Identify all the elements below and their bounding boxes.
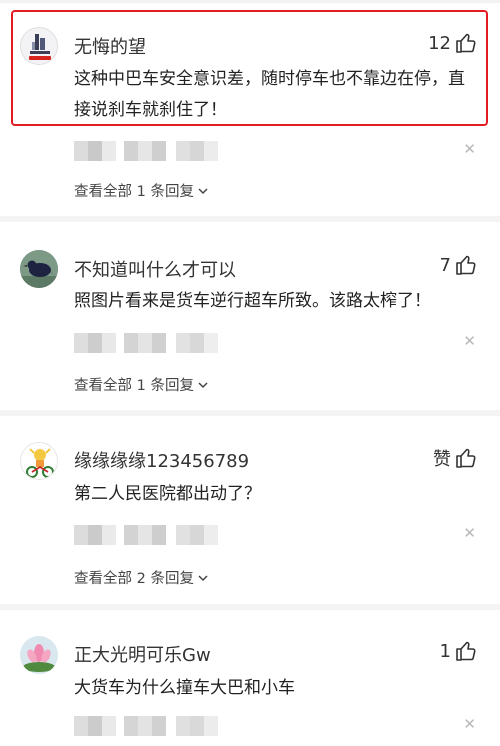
username[interactable]: 缘缘缘缘123456789 [74,447,249,473]
close-icon[interactable]: ✕ [463,715,476,733]
comment-text: 照图片看来是货车逆行超车所致。该路太榨了！ [74,291,431,311]
blurred-reply-preview [74,141,218,161]
thumbs-up-icon [456,255,476,275]
username[interactable]: 不知道叫什么才可以 [74,256,236,282]
user-avatar[interactable] [20,250,58,288]
user-avatar[interactable] [20,442,58,480]
close-icon[interactable]: ✕ [463,140,476,158]
blurred-reply-preview [74,525,218,545]
like-button[interactable]: 赞 [433,445,478,471]
comment-text: 大货车为什么撞车大巴和小车 [74,678,295,698]
like-button[interactable]: 1 [440,639,478,663]
thumbs-up-icon [456,448,476,468]
view-replies-label: 查看全部 1 条回复 [74,378,194,394]
thumbs-up-icon [456,641,476,661]
comment-item-3: 缘缘缘缘123456789 赞 第二人民医院都出动了？ ✕ 查看全部 2 条回复 [0,416,500,612]
view-replies-link[interactable]: 查看全部 1 条回复 [74,180,209,201]
like-button[interactable]: 7 [440,253,478,277]
like-count: 7 [439,254,451,276]
close-icon[interactable]: ✕ [463,332,476,350]
bird-avatar-icon [20,250,58,288]
highlight-box [11,10,488,126]
chevron-down-icon [198,381,208,388]
chevron-down-icon [198,187,208,194]
comment-text: 第二人民医院都出动了？ [74,484,261,504]
comment-item-2: 不知道叫什么才可以 7 照图片看来是货车逆行超车所致。该路太榨了！ ✕ 查看全部… [0,222,500,418]
view-replies-link[interactable]: 查看全部 2 条回复 [74,567,209,588]
like-count: 1 [439,640,451,662]
like-count: 赞 [433,449,451,470]
chevron-down-icon [198,574,208,581]
user-avatar[interactable] [20,636,58,674]
cartoon-bike-avatar-icon [21,443,57,479]
close-icon[interactable]: ✕ [463,524,476,542]
username[interactable]: 正大光明可乐Gw [74,641,211,667]
blurred-reply-preview [74,333,218,353]
lotus-avatar-icon [20,636,58,674]
view-replies-link[interactable]: 查看全部 1 条回复 [74,374,209,395]
view-replies-label: 查看全部 2 条回复 [74,571,194,587]
comment-item-4: 正大光明可乐Gw 1 大货车为什么撞车大巴和小车 ✕ [0,610,500,746]
blurred-reply-preview [74,716,218,736]
view-replies-label: 查看全部 1 条回复 [74,184,194,200]
